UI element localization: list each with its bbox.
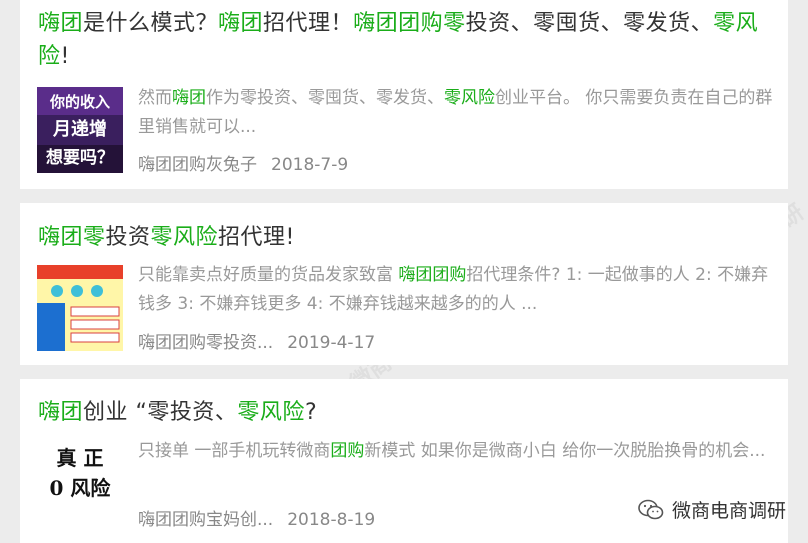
thumbnail-image [37,265,123,351]
highlight-keyword: 嗨团零 [38,225,106,250]
text-segment: 只能靠卖点好质量的货品发家致富 [138,265,399,285]
text-segment: 作为零投资、零囤货、零发货、 [206,88,444,108]
thumbnail-image: 你的收入 月递增 想要吗？ [37,87,123,173]
article-author[interactable]: 嗨团团购灰兔子 [138,155,257,175]
text-segment: ! [60,44,70,69]
text-segment: 是什么模式？ [83,11,219,36]
article-date: 2018-8-19 [287,510,376,530]
article-excerpt: 然而嗨团作为零投资、零囤货、零发货、零风险创业平台。 你只需要负责在自己的群里销… [138,84,776,142]
highlight-keyword: 嗨团团购零 [353,11,466,36]
article-excerpt: 只能靠卖点好质量的货品发家致富 嗨团团购招代理条件? 1: 一起做事的人 2: … [138,261,776,319]
article-card[interactable]: 嗨团是什么模式？嗨团招代理！嗨团团购零投资、零囤货、零发货、零风险! 你的收入 … [20,0,788,189]
article-author[interactable]: 嗨团团购零投资... [138,333,273,353]
text-segment: 创业 “零投资、 [83,400,238,425]
highlight-keyword: 团购 [330,441,365,461]
article-meta: 嗨团团购零投资... 2019-4-17 [138,328,375,353]
article-title[interactable]: 嗨团零投资零风险招代理! [38,221,774,254]
article-date: 2018-7-9 [271,155,349,175]
text-segment: 投资 [105,225,151,250]
text-segment: 招代理！ [263,11,354,36]
search-results-page: 微商电商调研 微商电商调研 微商电商调研 微商电商调研 嗨团是什么模式？嗨团招代… [0,0,808,543]
article-title[interactable]: 嗨团是什么模式？嗨团招代理！嗨团团购零投资、零囤货、零发货、零风险! [38,7,774,73]
highlight-keyword: 零风险 [237,400,305,425]
highlight-keyword: 嗨团 [172,88,206,108]
article-thumbnail[interactable]: 你的收入 月递增 想要吗？ [37,87,123,173]
thumb-text: 月递增 [52,118,107,140]
brand-name: 微商电商调研 [671,500,786,522]
article-excerpt: 只接单 一部手机玩转微商团购新模式 如果你是微商小白 给你一次脱胎换骨的机会..… [138,437,776,466]
article-title[interactable]: 嗨团创业 “零投资、零风险? [38,396,774,429]
text-segment: 投资、零囤货、零发货、 [465,11,714,36]
highlight-keyword: 零风险 [444,88,495,108]
thumb-text: 真 正 [57,446,104,470]
wechat-icon [638,499,664,519]
thumb-text: 0 风险 [50,476,112,500]
thumbnail-image: 真 正 0 风险 [37,437,123,523]
text-segment: 新模式 如果你是微商小白 给你一次脱胎换骨的机会... [364,441,766,461]
article-author[interactable]: 嗨团团购宝妈创... [138,510,273,530]
article-meta: 嗨团团购灰兔子 2018-7-9 [138,150,348,175]
text-segment: 然而 [138,88,172,108]
highlight-keyword: 嗨团团购 [398,265,467,285]
text-segment: 招代理! [218,225,295,250]
highlight-keyword: 嗨团 [218,11,264,36]
article-thumbnail[interactable]: 真 正 0 风险 [37,437,123,523]
text-segment: 只接单 一部手机玩转微商 [138,441,331,461]
article-meta: 嗨团团购宝妈创... 2018-8-19 [138,505,375,530]
article-card[interactable]: 嗨团零投资零风险招代理! 只能靠卖点好质量的货品发家致富 嗨团团购招代理条件? … [20,203,788,365]
text-segment: ? [304,400,318,425]
highlight-keyword: 嗨团 [38,11,84,36]
highlight-keyword: 嗨团 [38,400,84,425]
article-thumbnail[interactable] [37,265,123,351]
thumb-text: 你的收入 [49,93,110,111]
highlight-keyword: 零风险 [150,225,219,250]
thumb-text: 想要吗？ [46,147,114,168]
brand-watermark: 微商电商调研 [638,496,786,523]
article-date: 2019-4-17 [287,333,376,353]
